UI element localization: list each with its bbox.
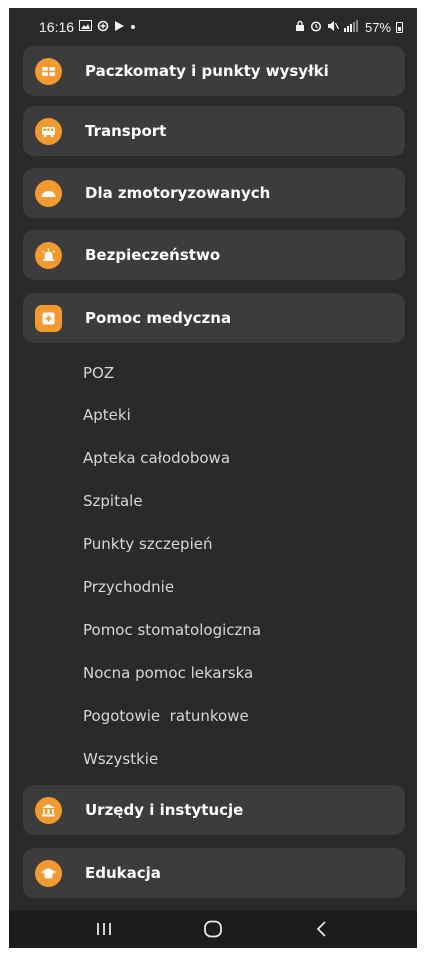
submenu-item-ambulance[interactable]: Pogotowie ratunkowe (83, 707, 249, 725)
submenu-item-all[interactable]: Wszystkie (83, 750, 158, 768)
system-nav-bar (9, 910, 417, 948)
category-motorists[interactable]: Dla zmotoryzowanych (23, 168, 405, 218)
siren-icon (35, 241, 62, 269)
submenu-item-dental-help[interactable]: Pomoc stomatologiczna (83, 621, 261, 639)
alarm-icon (310, 20, 322, 35)
status-right: 57% (295, 19, 403, 35)
notification-dot-icon (130, 22, 136, 33)
play-icon (114, 20, 125, 35)
status-time: 16:16 (39, 19, 75, 35)
category-label: Pomoc medyczna (85, 309, 232, 327)
category-label: Paczkomaty i punkty wysyłki (85, 62, 329, 80)
submenu-item-clinics[interactable]: Przychodnie (83, 578, 174, 596)
medical-cross-icon (35, 304, 62, 332)
image-icon (79, 20, 93, 34)
category-label: Transport (85, 122, 167, 140)
parcel-locker-icon (35, 57, 62, 85)
app-screen: 16:16 57% Paczkomaty i punkty wysyłki Tr… (9, 8, 417, 948)
submenu-item-vaccination-points[interactable]: Punkty szczepień (83, 535, 212, 553)
category-transport[interactable]: Transport (23, 106, 405, 156)
mute-icon (327, 20, 340, 35)
home-button[interactable] (193, 914, 233, 944)
government-building-icon (35, 796, 62, 824)
graduation-cap-icon (35, 859, 62, 887)
lock-icon (295, 20, 305, 35)
submenu-item-poz[interactable]: POZ (83, 364, 114, 382)
submenu-item-hospitals[interactable]: Szpitale (83, 492, 143, 510)
category-parcel-lockers[interactable]: Paczkomaty i punkty wysyłki (23, 46, 405, 96)
category-offices-institutions[interactable]: Urzędy i instytucje (23, 785, 405, 835)
category-medical-help[interactable]: Pomoc medyczna (23, 293, 405, 343)
back-icon (317, 921, 326, 937)
recent-apps-button[interactable] (84, 914, 124, 944)
submenu-item-pharmacies[interactable]: Apteki (83, 406, 131, 424)
bus-icon (35, 117, 62, 145)
status-bar: 16:16 57% (9, 8, 417, 46)
status-left: 16:16 (39, 19, 136, 35)
recent-apps-icon (96, 923, 111, 935)
category-label: Edukacja (85, 864, 161, 882)
submenu-item-night-medical-help[interactable]: Nocna pomoc lekarska (83, 664, 253, 682)
data-saver-icon (97, 20, 109, 35)
category-label: Bezpieczeństwo (85, 246, 221, 264)
battery-percent: 57% (364, 19, 391, 35)
category-label: Urzędy i instytucje (85, 801, 244, 819)
home-icon (204, 920, 222, 938)
category-label: Dla zmotoryzowanych (85, 184, 271, 202)
lte-signal-icon (343, 19, 360, 35)
car-icon (35, 179, 62, 207)
back-button[interactable] (302, 914, 342, 944)
category-education[interactable]: Edukacja (23, 848, 405, 898)
category-safety[interactable]: Bezpieczeństwo (23, 230, 405, 280)
battery-icon (396, 21, 403, 33)
submenu-item-24h-pharmacy[interactable]: Apteka całodobowa (83, 449, 230, 467)
